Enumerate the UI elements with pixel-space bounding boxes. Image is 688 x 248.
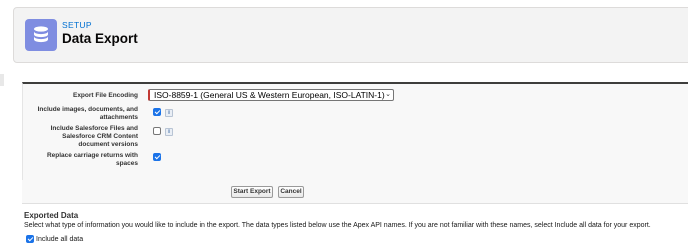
include-images-label: Include images, documents, and attachmen… (37, 106, 138, 121)
include-all-data-checkbox[interactable] (26, 235, 34, 243)
exported-data-heading: Exported Data (24, 211, 79, 220)
encoding-select[interactable]: ISO-8859-1 (General US & Western Europea… (148, 89, 394, 101)
replace-cr-checkbox[interactable] (153, 153, 161, 161)
button-bar (22, 180, 688, 204)
include-all-data-label: Include all data (36, 236, 84, 243)
left-edge-accent (0, 74, 4, 86)
replace-cr-label: Replace carriage returns with spaces (46, 152, 138, 167)
cancel-button[interactable]: Cancel (278, 186, 304, 198)
info-icon[interactable]: i (165, 128, 173, 136)
breadcrumb-setup[interactable]: SETUP (62, 20, 92, 30)
exported-data-description: Select what type of information you woul… (24, 222, 651, 229)
include-files-checkbox[interactable] (153, 127, 161, 135)
page-title: Data Export (62, 31, 138, 46)
include-files-label: Include Salesforce Files and Salesforce … (50, 125, 138, 148)
start-export-button[interactable]: Start Export (231, 186, 273, 198)
page-header: SETUP Data Export (13, 7, 688, 63)
chevron-down-icon: ⌄ (385, 91, 391, 98)
data-export-page: SETUP Data Export Export File Encoding I… (0, 0, 688, 248)
include-images-checkbox[interactable] (153, 108, 161, 116)
encoding-label: Export File Encoding (72, 92, 138, 99)
database-icon (25, 19, 57, 51)
encoding-selected-value: ISO-8859-1 (General US & Western Europea… (154, 90, 385, 100)
info-icon[interactable]: i (165, 109, 173, 117)
